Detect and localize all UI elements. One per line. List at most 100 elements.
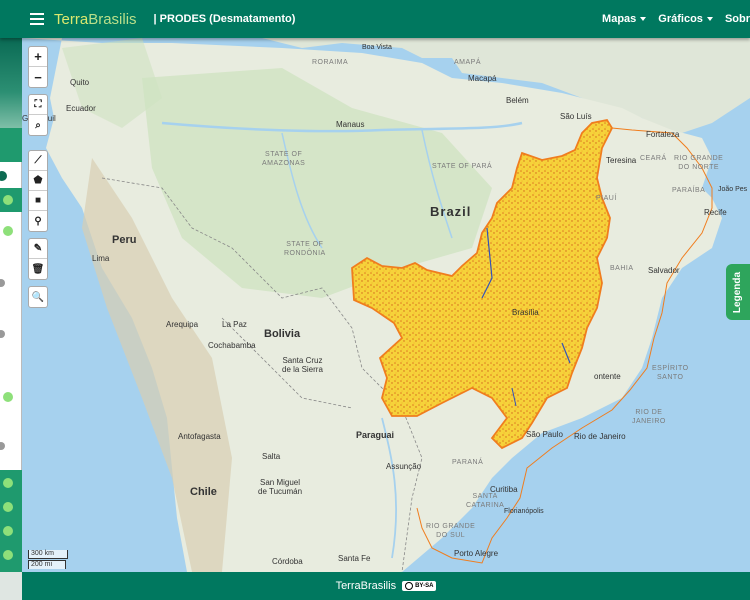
map-label-brazil: Brazil bbox=[430, 204, 472, 219]
layer-toggle[interactable] bbox=[0, 442, 5, 450]
map-label-lima: Lima bbox=[92, 254, 110, 263]
chevron-down-icon bbox=[706, 17, 713, 21]
nav-mapas-label: Mapas bbox=[602, 13, 637, 25]
map-label-roraima: RORAIMA bbox=[312, 59, 349, 66]
map-label-cordoba: Córdoba bbox=[272, 557, 303, 566]
nav-sobre-label: Sobr bbox=[724, 13, 750, 25]
nav-mapas[interactable]: Mapas bbox=[602, 13, 647, 25]
layer-toggle[interactable] bbox=[3, 550, 13, 560]
scale-mi: 200 mi bbox=[28, 560, 66, 569]
draw-control: ⟋ ⬟ ■ ⚲ bbox=[28, 150, 48, 232]
search-icon[interactable]: 🔍 bbox=[29, 287, 47, 307]
map-label-assuncao: Assunção bbox=[386, 462, 422, 471]
layer-toggle[interactable] bbox=[3, 226, 13, 236]
map-label-sao-paulo: São Paulo bbox=[526, 430, 563, 439]
map-label-rio: Rio de Janeiro bbox=[574, 432, 626, 441]
map-label-contente: ontente bbox=[594, 372, 621, 381]
layer-toggle[interactable] bbox=[0, 171, 7, 181]
license-badge[interactable]: BY-SA bbox=[402, 581, 437, 591]
draw-marker-icon[interactable]: ⚲ bbox=[29, 211, 47, 231]
map-label-piaui: PIAUÍ bbox=[596, 195, 617, 202]
layer-toggle[interactable] bbox=[0, 279, 5, 287]
map-label-boa-vista: Boa Vista bbox=[362, 44, 392, 51]
edit-control: ✎ 🗑 bbox=[28, 238, 48, 280]
map-label-chile: Chile bbox=[190, 486, 217, 498]
zoom-out-button[interactable]: − bbox=[29, 67, 47, 87]
layer-toggle[interactable] bbox=[3, 502, 13, 512]
layer-panel bbox=[0, 38, 22, 572]
legend-tab[interactable]: Legenda bbox=[726, 264, 750, 320]
map-label-salvador: Salvador bbox=[648, 266, 680, 275]
map-label-peru: Peru bbox=[112, 234, 137, 246]
map-label-bahia: BAHIA bbox=[610, 265, 634, 272]
map-label-amapa: AMAPÁ bbox=[454, 59, 482, 66]
map-label-santa-fe: Santa Fe bbox=[338, 554, 371, 563]
map-label-bolivia: Bolivia bbox=[264, 328, 301, 340]
map-label-para: STATE OF PARÁ bbox=[432, 163, 493, 170]
panel-section[interactable] bbox=[0, 128, 22, 162]
layer-toggle[interactable] bbox=[0, 330, 5, 338]
layer-toggle[interactable] bbox=[3, 526, 13, 536]
map-label-arequipa: Arequipa bbox=[166, 320, 199, 329]
map-label-joao-pessoa: João Pes bbox=[718, 186, 748, 193]
map-label-santa-cruz: Santa Cruz de la Sierra bbox=[282, 356, 323, 374]
trash-icon[interactable]: 🗑 bbox=[29, 259, 47, 279]
map-label-cochabamba: Cochabamba bbox=[208, 341, 256, 350]
legend-tab-label: Legenda bbox=[732, 271, 744, 313]
map-label-espirito-santo: ESPÍRITO SANTO bbox=[652, 365, 689, 381]
map-label-la-paz: La Paz bbox=[222, 320, 247, 329]
map-label-paraiba: PARAÍBA bbox=[672, 187, 706, 194]
map-label-amazonas: STATE OF AMAZONAS bbox=[262, 151, 306, 167]
brand-logo[interactable]: TerraBrasilis bbox=[54, 11, 137, 28]
cc-icon bbox=[405, 582, 414, 590]
zoom-control: + − bbox=[28, 46, 48, 88]
map-label-rondonia: STATE OF RONDÔNIA bbox=[284, 241, 326, 257]
footer-brand[interactable]: TerraBrasilis bbox=[336, 580, 397, 592]
fullscreen-icon[interactable]: ⛶ bbox=[29, 95, 47, 115]
top-bar: TerraBrasilis | PRODES (Desmatamento) Ma… bbox=[0, 0, 750, 38]
brand-brasilis: Brasilis bbox=[88, 10, 137, 28]
map-label-paraguai: Paraguai bbox=[356, 430, 395, 440]
edit-icon[interactable]: ✎ bbox=[29, 239, 47, 259]
layer-toggle[interactable] bbox=[3, 478, 13, 488]
map-label-macapa: Macapá bbox=[468, 74, 497, 83]
draw-rectangle-icon[interactable]: ■ bbox=[29, 191, 47, 211]
map-label-teresina: Teresina bbox=[606, 156, 637, 165]
menu-icon[interactable] bbox=[30, 13, 52, 25]
map-label-rio-grande-norte: RIO GRANDE DO NORTE bbox=[674, 155, 724, 171]
brand-terra: Terra bbox=[54, 10, 89, 28]
map-label-rio-grande-sul: RIO GRANDE DO SUL bbox=[426, 523, 476, 539]
view-control: ⛶ ⌕ bbox=[28, 94, 48, 136]
map-label-manaus: Manaus bbox=[336, 120, 365, 129]
nav-graficos-label: Gráficos bbox=[658, 13, 703, 25]
footer: TerraBrasilis BY-SA bbox=[22, 572, 750, 600]
draw-line-icon[interactable]: ⟋ bbox=[29, 151, 47, 171]
map-label-san-miguel: San Miguel de Tucumán bbox=[258, 478, 303, 496]
map-label-quito: Quito bbox=[70, 78, 90, 87]
nav-sobre[interactable]: Sobr bbox=[725, 13, 750, 25]
chevron-down-icon bbox=[640, 17, 647, 21]
map-label-sao-luis: São Luís bbox=[560, 112, 592, 121]
top-nav: Mapas Gráficos Sobr bbox=[602, 13, 750, 25]
map-label-ecuador: Ecuador bbox=[66, 104, 96, 113]
page-subtitle: | PRODES (Desmatamento) bbox=[153, 13, 296, 25]
map-label-fortaleza: Fortaleza bbox=[646, 130, 680, 139]
scale-bar: 300 km 200 mi bbox=[28, 550, 68, 570]
map-label-rio-estado: RIO DE JANEIRO bbox=[632, 409, 666, 425]
map-label-brasilia: Brasília bbox=[512, 308, 539, 317]
map-label-antofagasta: Antofagasta bbox=[178, 432, 221, 441]
map-label-belem: Belém bbox=[506, 96, 529, 105]
layer-toggle[interactable] bbox=[3, 195, 13, 205]
map-label-porto-alegre: Porto Alegre bbox=[454, 549, 499, 558]
nav-graficos[interactable]: Gráficos bbox=[658, 13, 713, 25]
license-label: BY-SA bbox=[415, 583, 434, 589]
search-control: 🔍 bbox=[28, 286, 48, 308]
map-viewport[interactable]: Quito Ecuador Guaiaquil Peru Lima Bolivi… bbox=[22, 38, 750, 572]
layer-toggle[interactable] bbox=[3, 392, 13, 402]
zoom-in-button[interactable]: + bbox=[29, 47, 47, 67]
zoom-box-icon[interactable]: ⌕ bbox=[29, 115, 47, 135]
draw-polygon-icon[interactable]: ⬟ bbox=[29, 171, 47, 191]
map-label-santa-catarina: SANTA CATARINA bbox=[466, 493, 505, 509]
map-canvas bbox=[22, 38, 750, 572]
scale-km: 300 km bbox=[28, 550, 68, 559]
